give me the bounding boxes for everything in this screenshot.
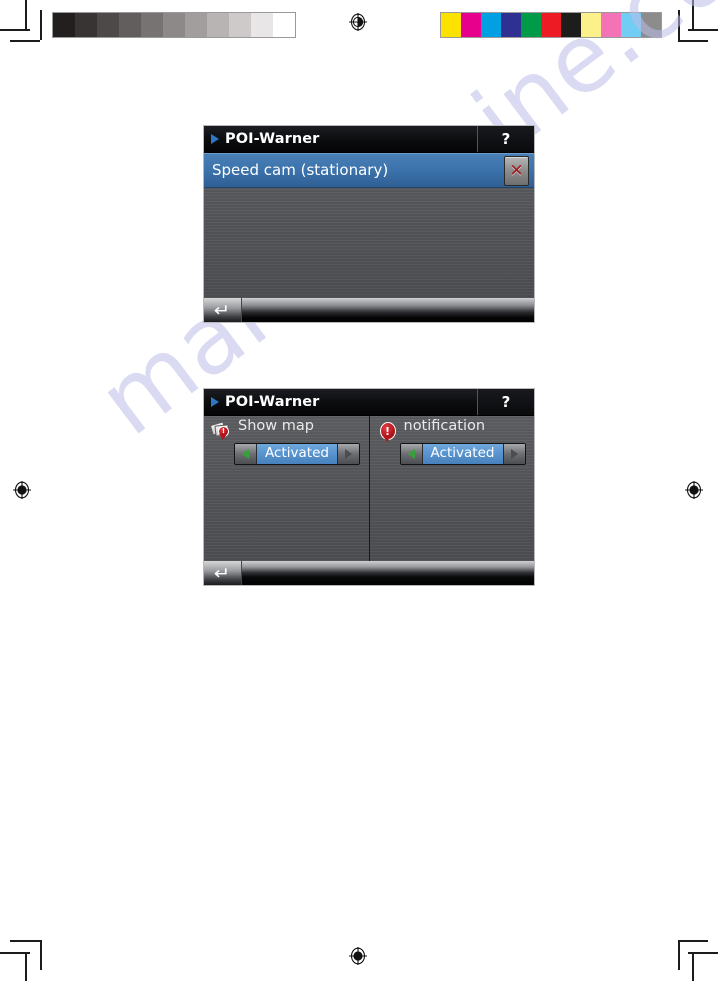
color-swatch-9 [621, 13, 641, 37]
gray-swatch-2 [97, 13, 119, 37]
registration-target-top [349, 13, 367, 31]
registration-target-right [685, 481, 703, 499]
titlebar: POI-Warner ? [204, 389, 534, 416]
bottombar: ↵ [204, 298, 534, 322]
show-map-spinner[interactable]: Activated [234, 443, 360, 465]
pane-title-label: notification [403, 418, 486, 434]
chevron-right-icon [510, 449, 518, 459]
gray-swatch-3 [119, 13, 141, 37]
crop-mark-top-left-v [25, 0, 27, 30]
color-swatch-2 [481, 13, 501, 37]
close-icon: ✕ [509, 160, 524, 181]
crop-mark-top-left-h2 [10, 40, 40, 42]
color-swatch-0 [441, 13, 461, 37]
color-swatch-8 [601, 13, 621, 37]
gray-swatch-8 [229, 13, 251, 37]
crop-mark-top-right-h [678, 40, 708, 42]
chevron-right-icon [345, 449, 352, 459]
print-calibration-strip [0, 0, 718, 52]
list-body: Speed cam (stationary) ✕ [204, 153, 534, 298]
crop-mark-bottom-right-h [678, 940, 708, 942]
list-item-label: Speed cam (stationary) [212, 161, 389, 179]
color-swatch-7 [581, 13, 601, 37]
pane-title-label: Show map [238, 418, 314, 434]
device-screen-poi-warner-list: POI-Warner ? Speed cam (stationary) ✕ ↵ [203, 125, 535, 323]
registration-target-bottom [349, 947, 367, 965]
spinner-value: Activated [422, 444, 503, 464]
help-button[interactable]: ? [477, 126, 534, 152]
crop-mark-bottom-right-v2 [692, 952, 694, 981]
play-triangle-icon [211, 134, 219, 144]
gray-swatch-7 [207, 13, 229, 37]
play-triangle-icon [211, 397, 219, 407]
color-swatch-1 [461, 13, 481, 37]
device-screen-poi-warner-settings: POI-Warner ? ! Show map Activated ! noti… [203, 388, 535, 586]
registration-target-left [13, 481, 31, 499]
color-swatch-10 [641, 13, 661, 37]
list-empty-area [204, 188, 534, 300]
color-swatch-5 [541, 13, 561, 37]
titlebar: POI-Warner ? [204, 126, 534, 153]
back-button[interactable]: ↵ [204, 561, 242, 585]
crop-mark-top-right-h2 [688, 29, 718, 31]
help-button[interactable]: ? [477, 389, 534, 415]
crop-mark-top-right-v [678, 10, 680, 40]
page-title: POI-Warner [225, 130, 320, 147]
page-title: POI-Warner [225, 393, 320, 410]
exclamation-badge-icon: ! [376, 420, 400, 446]
pane-header: ! notification [370, 418, 535, 442]
bottombar-filler [242, 298, 534, 322]
back-arrow-icon: ↵ [214, 563, 231, 584]
gray-swatch-4 [141, 13, 163, 37]
pane-show-map: ! Show map Activated [204, 416, 370, 561]
crop-mark-bottom-right-v [678, 940, 680, 970]
crop-mark-top-right-v2 [692, 0, 694, 30]
chevron-left-icon [407, 449, 415, 459]
back-button[interactable]: ↵ [204, 298, 242, 322]
process-color-control-bar [440, 12, 662, 38]
bottombar-filler [242, 561, 534, 585]
list-item-speed-cam[interactable]: Speed cam (stationary) ✕ [204, 153, 534, 188]
spinner-value: Activated [257, 444, 337, 464]
gray-swatch-1 [75, 13, 97, 37]
crop-mark-bottom-left-h [10, 940, 40, 942]
bottombar: ↵ [204, 561, 534, 585]
gray-swatch-10 [273, 13, 295, 37]
gray-swatch-9 [251, 13, 273, 37]
color-swatch-4 [521, 13, 541, 37]
watermark-text: manualshine.com [80, 0, 718, 706]
map-cards-warning-icon: ! [209, 420, 234, 446]
grayscale-step-wedge [52, 12, 296, 38]
crop-mark-bottom-left-v2 [25, 952, 27, 981]
gray-swatch-6 [185, 13, 207, 37]
notification-spinner[interactable]: Activated [399, 443, 526, 465]
back-arrow-icon: ↵ [214, 300, 231, 321]
pane-header: ! Show map [204, 418, 369, 441]
crop-mark-top-left-v2 [40, 10, 42, 40]
settings-panes: ! Show map Activated ! notification Acti… [204, 416, 534, 561]
color-swatch-3 [501, 13, 521, 37]
gray-swatch-0 [53, 13, 75, 37]
settings-body: ! Show map Activated ! notification Acti… [204, 416, 534, 561]
spinner-prev-button[interactable] [235, 444, 257, 464]
spinner-next-button[interactable] [502, 444, 525, 464]
spinner-next-button[interactable] [337, 444, 359, 464]
gray-swatch-5 [163, 13, 185, 37]
color-swatch-6 [561, 13, 581, 37]
pane-notification: ! notification Activated [370, 416, 535, 561]
delete-entry-button[interactable]: ✕ [504, 156, 529, 186]
spinner-prev-button[interactable] [400, 444, 423, 464]
crop-mark-bottom-left-v [40, 940, 42, 970]
chevron-left-icon [242, 449, 249, 459]
